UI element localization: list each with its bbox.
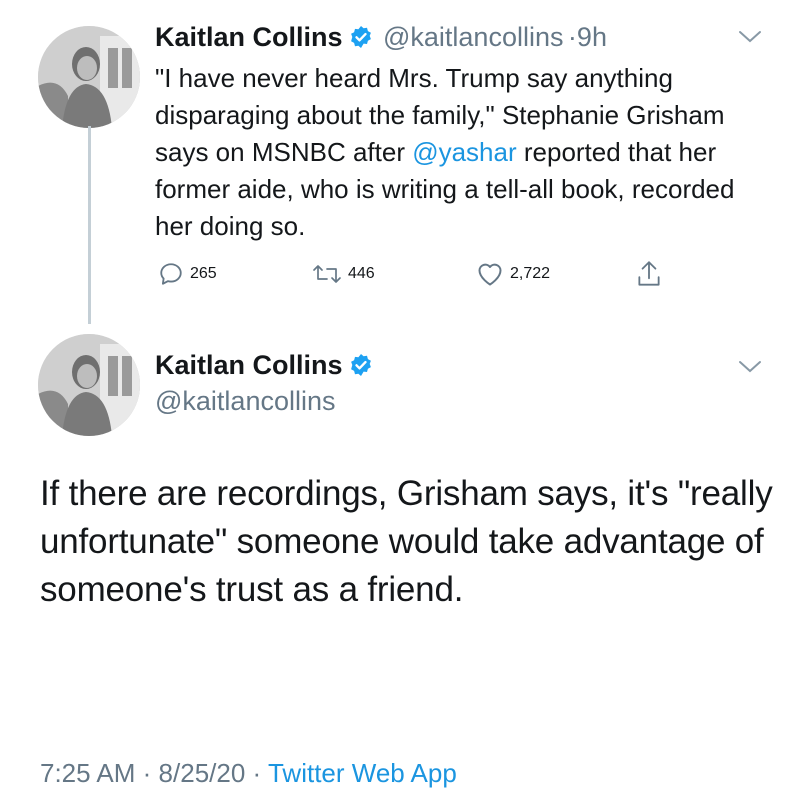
like-button[interactable]: 2,722	[476, 256, 550, 292]
tweet-date[interactable]: 8/25/20	[159, 758, 246, 788]
share-button[interactable]	[636, 256, 662, 292]
mention-link[interactable]: @yashar	[412, 137, 516, 167]
tweet-time[interactable]: 7:25 AM	[40, 758, 135, 788]
retweet-button[interactable]: 446	[312, 256, 375, 292]
avatar[interactable]	[38, 26, 140, 128]
reply-button[interactable]: 265	[158, 256, 217, 292]
retweet-icon	[312, 262, 342, 286]
tweet1-text: "I have never heard Mrs. Trump say anyth…	[155, 60, 765, 245]
thread-line	[88, 126, 91, 324]
share-icon	[636, 259, 662, 289]
footer-separator: ·	[252, 758, 262, 788]
retweet-count: 446	[348, 265, 375, 282]
chevron-down-icon[interactable]	[738, 360, 762, 379]
tweet1-header: Kaitlan Collins @kaitlancollins ·9h	[155, 22, 607, 53]
like-icon	[476, 261, 504, 287]
footer-separator: ·	[142, 758, 152, 788]
tweet-time[interactable]: 9h	[577, 22, 607, 52]
tweet-footer: 7:25 AM · 8/25/20 · Twitter Web App	[40, 758, 457, 789]
reply-icon	[158, 261, 184, 287]
author-name[interactable]: Kaitlan Collins	[155, 22, 343, 52]
verified-badge-icon	[349, 25, 373, 49]
author-name[interactable]: Kaitlan Collins	[155, 350, 343, 380]
reply-count: 265	[190, 265, 217, 282]
like-count: 2,722	[510, 265, 551, 282]
avatar[interactable]	[38, 334, 140, 436]
chevron-down-icon[interactable]	[738, 30, 762, 49]
tweet2-text: If there are recordings, Grisham says, i…	[40, 474, 773, 609]
author-handle[interactable]: @kaitlancollins	[383, 22, 563, 52]
verified-badge-icon	[349, 353, 373, 377]
meta-separator: ·	[567, 22, 577, 52]
source-link[interactable]: Twitter Web App	[268, 758, 457, 788]
author-handle[interactable]: @kaitlancollins	[155, 386, 335, 417]
tweet2-header: Kaitlan Collins	[155, 350, 373, 381]
